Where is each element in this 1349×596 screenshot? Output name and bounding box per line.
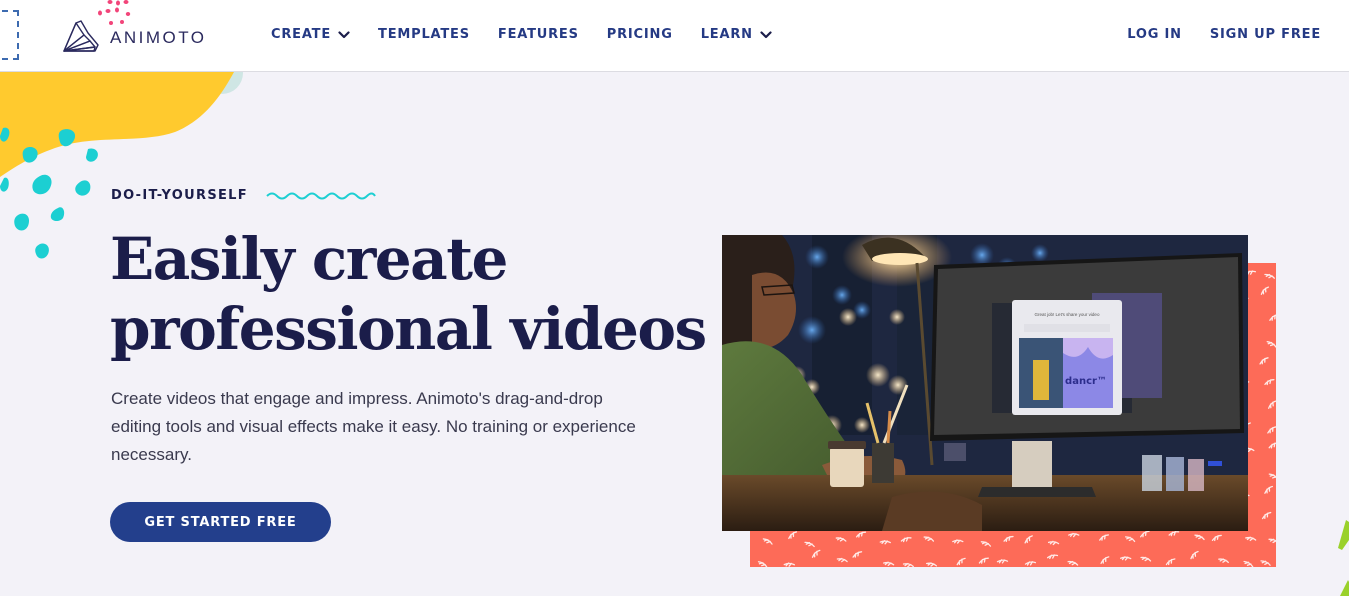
feather-mark	[1099, 534, 1109, 541]
nav-templates-label: TEMPLATES	[378, 27, 470, 42]
nav-features-label: FEATURES	[497, 27, 579, 42]
yellow-blob	[0, 72, 234, 177]
feather-mark	[1245, 536, 1257, 542]
feather-mark	[1268, 400, 1276, 409]
feather-mark	[835, 537, 847, 542]
get-started-free-button[interactable]: GET STARTED FREE	[110, 502, 331, 542]
logo-wordmark: ANIMOTO	[110, 28, 207, 47]
feather-mark	[757, 561, 768, 567]
feather-mark	[1003, 535, 1014, 542]
feather-mark	[1268, 473, 1276, 481]
feather-mark	[1260, 560, 1271, 566]
feather-mark	[980, 541, 992, 547]
feather-mark	[1261, 511, 1272, 520]
nav-features[interactable]: FEATURES	[498, 27, 579, 42]
feather-mark	[1264, 485, 1273, 494]
nav-pricing-label: PRICING	[606, 27, 673, 42]
feather-mark	[1260, 286, 1270, 295]
chevron-down-icon	[338, 30, 350, 38]
green-brush-decoration	[1338, 520, 1349, 596]
feather-mark	[1140, 556, 1152, 562]
feather-mark	[1024, 561, 1037, 566]
hero-video-illustration: Great job! Let's share your video dancr™	[722, 235, 1248, 531]
feather-mark	[956, 557, 966, 566]
nav-pricing[interactable]: PRICING	[607, 27, 673, 42]
animoto-fan-logo-icon	[63, 20, 99, 52]
nav-learn[interactable]: LEARN	[701, 27, 772, 42]
feather-mark	[1067, 560, 1079, 566]
auth-links: LOG IN SIGN UP FREE	[1127, 27, 1321, 42]
yellow-teal-decoration	[0, 72, 234, 259]
feather-mark	[1047, 540, 1060, 546]
feather-mark	[1264, 379, 1275, 386]
feather-mark	[1211, 534, 1222, 542]
feather-mark	[788, 531, 798, 540]
feather-mark	[783, 562, 795, 567]
feather-mark	[1068, 532, 1080, 538]
feather-mark	[762, 538, 773, 545]
feather-mark	[1194, 534, 1205, 541]
feather-mark	[1120, 556, 1132, 561]
feather-mark	[978, 557, 989, 564]
feather-mark	[1024, 535, 1033, 544]
main-nav: CREATE TEMPLATES FEATURES PRICING LEARN	[271, 27, 772, 42]
feather-mark	[923, 536, 935, 542]
feather-mark	[996, 559, 1009, 564]
feather-mark	[1140, 530, 1150, 538]
decorative-dashed-frame	[0, 10, 19, 60]
feather-mark	[925, 562, 938, 567]
feather-mark	[1168, 530, 1180, 537]
feather-mark	[804, 541, 815, 548]
feather-mark	[1165, 558, 1176, 566]
feather-mark	[883, 561, 895, 567]
feather-mark	[1269, 314, 1276, 321]
feather-mark	[1243, 560, 1254, 567]
feather-mark	[836, 557, 848, 563]
feather-mark	[1124, 536, 1136, 543]
chevron-down-icon	[760, 30, 772, 38]
feather-mark	[1268, 442, 1276, 449]
dialog-title: Great job! Let's share your video	[1035, 312, 1100, 317]
feather-mark	[952, 539, 964, 544]
feather-mark	[900, 536, 912, 543]
preview-brand: dancr™	[1065, 376, 1107, 387]
nav-learn-label: LEARN	[700, 27, 753, 42]
feather-mark	[1259, 357, 1269, 365]
feather-mark	[902, 562, 914, 567]
feather-mark	[1264, 273, 1275, 279]
feather-mark	[855, 531, 867, 538]
feather-mark	[1046, 554, 1059, 560]
squiggle-line-decoration	[266, 192, 376, 199]
signup-free-link[interactable]: SIGN UP FREE	[1210, 27, 1321, 42]
feather-mark	[1268, 538, 1276, 544]
feather-mark	[1190, 550, 1199, 560]
login-link[interactable]: LOG IN	[1127, 27, 1182, 42]
site-header: ANIMOTO CREATE TEMPLATES FEATURES PRICIN…	[0, 0, 1349, 72]
nav-templates[interactable]: TEMPLATES	[378, 27, 470, 42]
hero-description: Create videos that engage and impress. A…	[111, 389, 636, 464]
feather-mark	[1100, 556, 1110, 565]
hero-video-image: Great job! Let's share your video dancr™	[722, 235, 1248, 531]
feather-mark	[879, 540, 891, 545]
nav-create-label: CREATE	[271, 27, 332, 42]
feather-mark	[1267, 426, 1276, 434]
feather-mark	[1266, 341, 1276, 348]
nav-create[interactable]: CREATE	[271, 27, 350, 42]
feather-mark	[852, 551, 863, 558]
feather-mark	[1218, 558, 1229, 564]
headline-line-2: professional videos	[110, 295, 707, 363]
feather-mark	[811, 549, 821, 558]
animoto-logo[interactable]: ANIMOTO	[62, 17, 207, 53]
